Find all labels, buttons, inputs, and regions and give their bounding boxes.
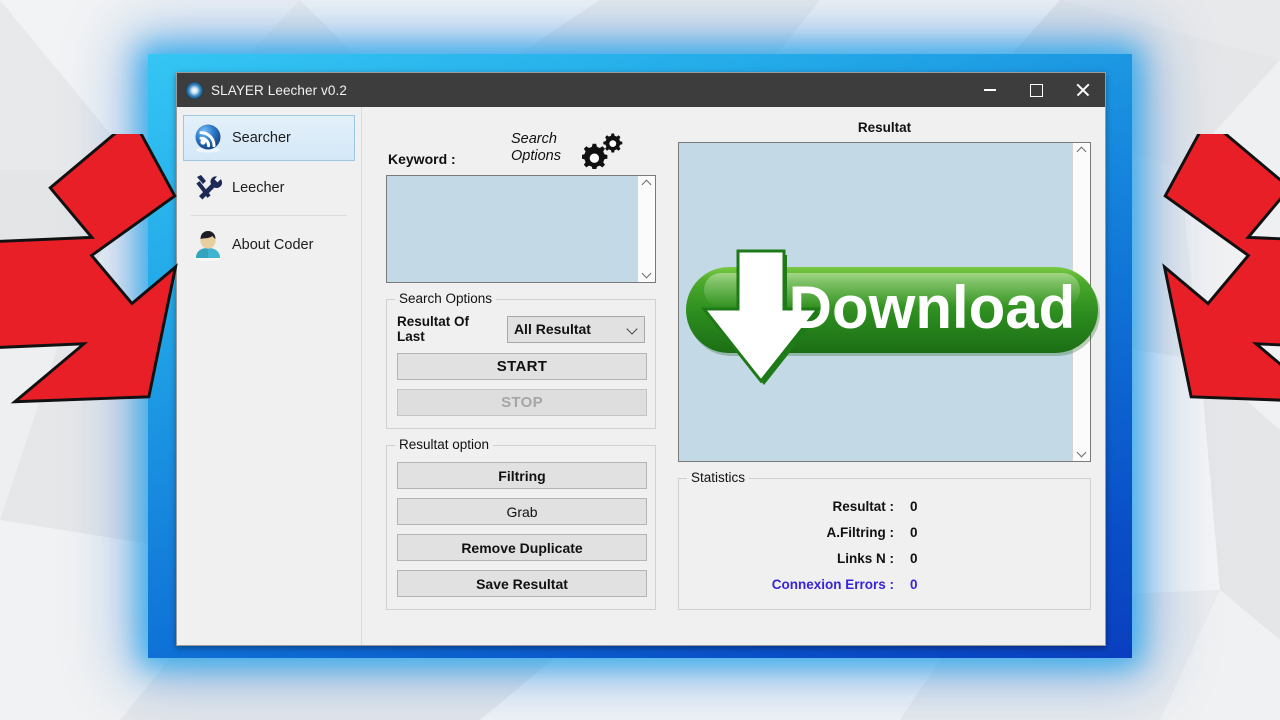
- search-options-link[interactable]: Search Options: [511, 131, 561, 165]
- result-panel: Resultat Download Statistics Resultat: …: [668, 107, 1105, 645]
- search-panel: Keyword : Search Options Search Options …: [362, 107, 668, 645]
- window-title: SLAYER Leecher v0.2: [211, 82, 347, 98]
- statistics-label: Links N :: [836, 550, 894, 566]
- minimize-icon: [984, 89, 996, 91]
- maximize-icon: [1029, 83, 1043, 97]
- result-of-last-value: All Resultat: [513, 321, 591, 337]
- start-button[interactable]: START: [397, 353, 647, 380]
- save-resultat-button[interactable]: Save Resultat: [397, 570, 647, 597]
- sidebar-item-label: About Coder: [232, 237, 314, 253]
- statistics-value: 0: [910, 498, 918, 514]
- statistics-value: 0: [910, 550, 918, 566]
- red-arrow-down-right: [0, 116, 222, 434]
- window-body: Searcher Leecher About Coder Keyword: S…: [177, 107, 1105, 645]
- statistics-row: A.Filtring : 0: [689, 519, 1080, 545]
- statistics-group: Statistics Resultat : 0 A.Filtring : 0 L…: [678, 470, 1091, 610]
- sidebar-item-label: Leecher: [232, 180, 285, 196]
- statistics-group-title: Statistics: [687, 470, 750, 485]
- stop-button: STOP: [397, 389, 647, 416]
- result-of-last-label: Resultat Of Last: [397, 314, 470, 344]
- scroll-down-icon[interactable]: [642, 270, 651, 279]
- result-text[interactable]: [679, 143, 1072, 461]
- sidebar-item-label: Searcher: [232, 130, 291, 146]
- eye-icon: [186, 81, 203, 99]
- result-of-last-dropdown[interactable]: All Resultat: [506, 315, 645, 343]
- keyword-text[interactable]: [387, 176, 637, 282]
- keyword-header: Keyword : Search Options: [386, 117, 656, 175]
- statistics-label: Resultat :: [832, 498, 894, 514]
- scroll-down-icon[interactable]: [1077, 449, 1086, 458]
- search-options-line2: Options: [511, 148, 561, 164]
- keyword-scrollbar[interactable]: [637, 176, 655, 282]
- result-option-group: Resultat option Filtring Grab Remove Dup…: [386, 437, 656, 610]
- statistics-row: Connexion Errors : 0: [689, 571, 1080, 597]
- statistics-row: Resultat : 0: [689, 493, 1080, 519]
- chevron-down-icon: [627, 325, 638, 333]
- grab-button[interactable]: Grab: [397, 498, 647, 525]
- red-arrow-down-left: [1118, 116, 1280, 434]
- minimize-button[interactable]: [967, 73, 1013, 107]
- statistics-label: A.Filtring :: [826, 524, 895, 540]
- close-icon: [1075, 83, 1089, 97]
- search-options-group-title: Search Options: [395, 291, 497, 306]
- result-scrollbar[interactable]: [1072, 143, 1090, 461]
- scroll-up-icon[interactable]: [642, 179, 651, 188]
- title-bar[interactable]: SLAYER Leecher v0.2: [177, 73, 1105, 107]
- keyword-input[interactable]: [386, 175, 656, 283]
- remove-duplicate-button[interactable]: Remove Duplicate: [397, 534, 647, 561]
- filtring-button[interactable]: Filtring: [397, 462, 647, 489]
- statistics-value: 0: [910, 576, 918, 592]
- gears-icon[interactable]: [581, 131, 624, 170]
- scroll-up-icon[interactable]: [1077, 146, 1086, 155]
- search-options-group: Search Options Resultat Of Last All Resu…: [386, 291, 656, 429]
- maximize-button[interactable]: [1013, 73, 1059, 107]
- statistics-row: Links N : 0: [689, 545, 1080, 571]
- search-options-line1: Search: [511, 131, 557, 147]
- statistics-label: Connexion Errors :: [771, 576, 894, 592]
- statistics-value: 0: [910, 524, 918, 540]
- result-title: Resultat: [857, 120, 912, 135]
- result-option-group-title: Resultat option: [395, 437, 494, 452]
- close-button[interactable]: [1059, 73, 1105, 107]
- result-listbox[interactable]: Download: [678, 142, 1100, 462]
- result-of-last-row: Resultat Of Last All Resultat: [397, 314, 645, 344]
- app-window: SLAYER Leecher v0.2 Searcher Leecher Abo…: [176, 72, 1106, 646]
- keyword-label: Keyword :: [388, 151, 456, 167]
